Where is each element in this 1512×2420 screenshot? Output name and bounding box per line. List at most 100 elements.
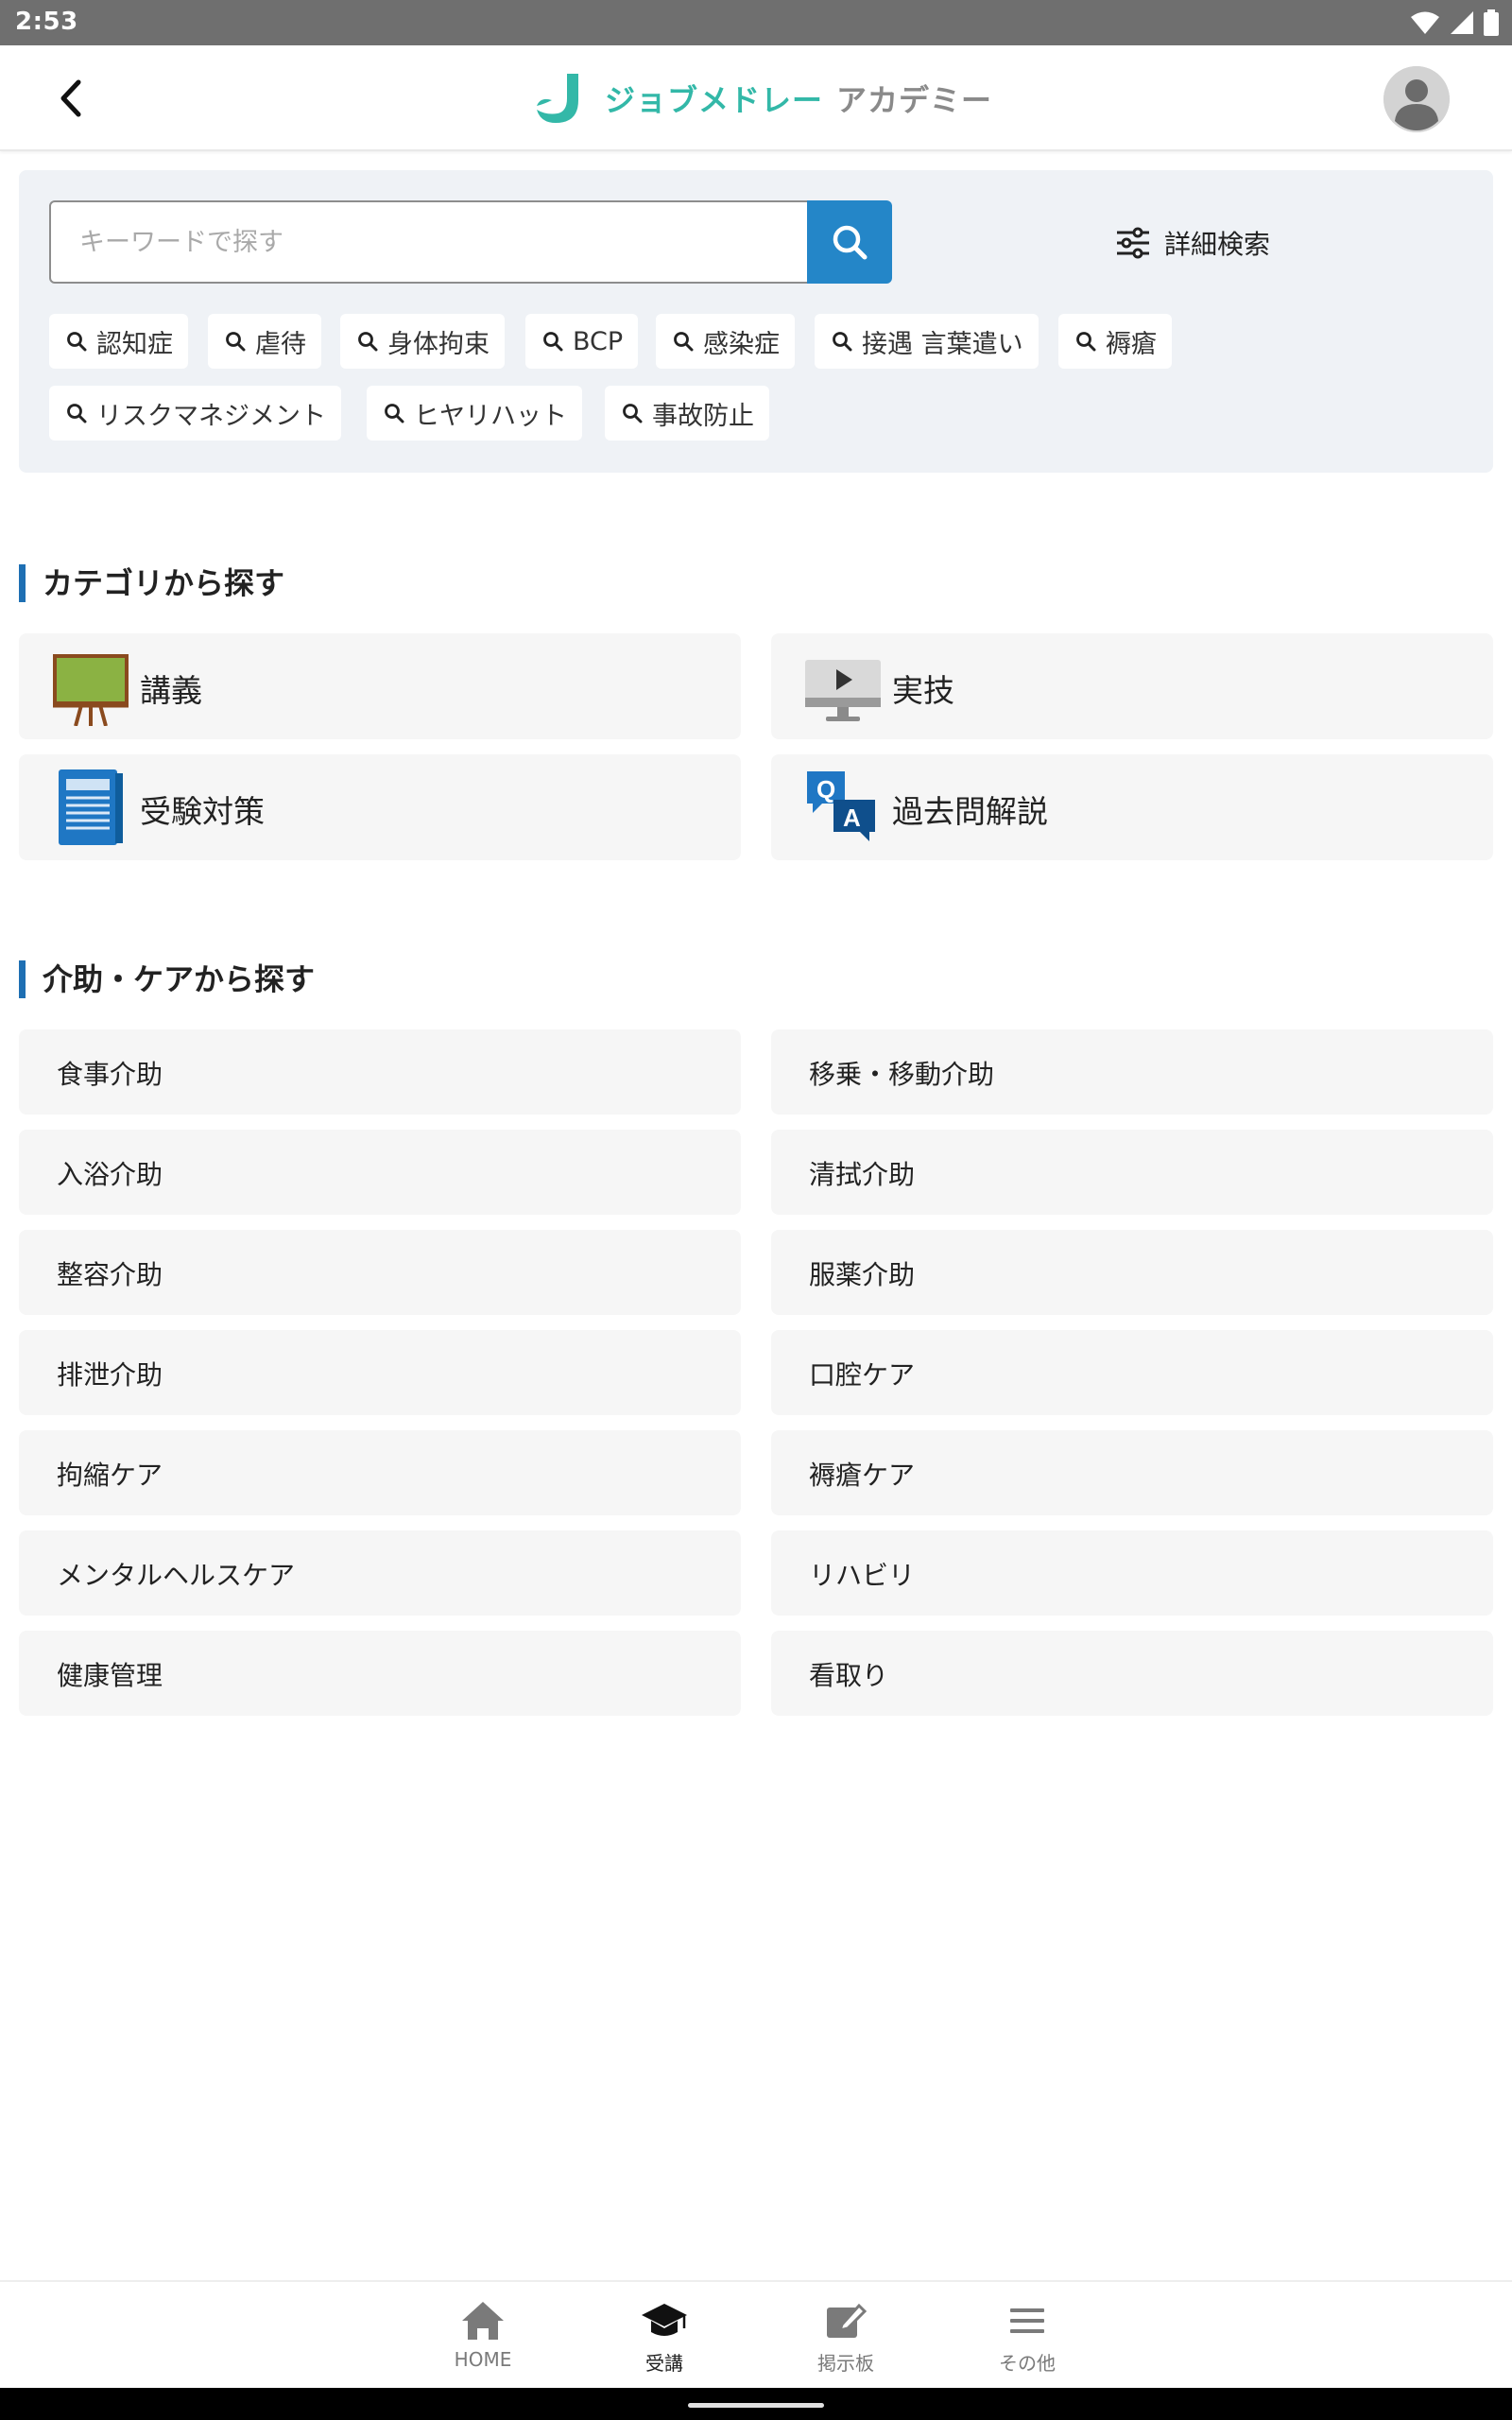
user-avatar[interactable] [1383,66,1450,132]
tag-label: ヒヤリハット [414,401,567,431]
care-item[interactable]: 健康管理 [19,1631,741,1716]
search-icon [833,332,852,352]
care-item-label: 服薬介助 [809,1259,916,1290]
search-icon [358,332,378,352]
gesture-handle[interactable] [688,2403,824,2408]
tag-label: リスクマネジメント [96,401,326,431]
detail-search-label: 詳細検索 [1164,229,1271,260]
nav-home[interactable]: HOME [421,2282,544,2390]
care-item-label: 食事介助 [57,1059,163,1090]
category-section-title: カテゴリから探す [19,564,284,602]
search-icon [543,332,563,352]
svg-text:Q: Q [816,775,835,804]
care-item[interactable]: 褥瘡ケア [771,1430,1493,1515]
care-item[interactable]: 入浴介助 [19,1130,741,1215]
category-label: 実技 [892,672,954,709]
search-button[interactable] [807,200,892,284]
sliders-icon [1117,227,1149,259]
care-item-label: 整容介助 [57,1259,163,1290]
nav-other[interactable]: その他 [966,2282,1089,2390]
user-icon [1383,66,1450,132]
search-box[interactable] [49,200,809,284]
care-item[interactable]: 食事介助 [19,1029,741,1115]
care-item-label: 褥瘡ケア [809,1460,916,1491]
nav-board[interactable]: 掲示板 [784,2282,907,2390]
care-item-label: 拘縮ケア [57,1460,163,1491]
status-time: 2:53 [15,8,78,36]
tag-button[interactable]: BCP [525,314,639,369]
detail-search-button[interactable]: 詳細検索 [1115,219,1270,267]
care-item[interactable]: 服薬介助 [771,1230,1493,1315]
tag-label: 虐待 [255,329,306,359]
care-item[interactable]: 清拭介助 [771,1130,1493,1215]
tag-button[interactable]: 接遇 言葉遣い [815,314,1039,369]
chevron-left-icon [60,79,81,117]
care-item[interactable]: 整容介助 [19,1230,741,1315]
nav-courses[interactable]: 受講 [603,2282,726,2390]
category-lecture[interactable]: 講義 [19,633,741,739]
care-item-label: 看取り [809,1660,889,1691]
wifi-icon [1411,11,1439,34]
edit-board-icon [827,2303,868,2338]
back-button[interactable] [45,74,94,123]
tag-label: 感染症 [703,329,780,359]
tag-label: 身体拘束 [387,329,490,359]
care-item-label: 入浴介助 [57,1159,163,1190]
signal-icon [1451,11,1473,34]
care-item[interactable]: メンタルヘルスケア [19,1530,741,1616]
graduation-cap-icon [642,2304,687,2336]
search-icon [833,225,868,260]
logo-mark-icon [537,74,578,123]
tag-button[interactable]: ヒヤリハット [367,386,582,441]
menu-icon [1010,2308,1044,2333]
care-item[interactable]: 移乗・移動介助 [771,1029,1493,1115]
app-logo[interactable]: ジョブメドレー アカデミー [535,72,992,125]
logo-text: ジョブメドレー [605,82,824,118]
care-item[interactable]: リハビリ [771,1530,1493,1616]
nav-label: 受講 [645,2352,683,2375]
nav-label: HOME [454,2348,512,2371]
search-panel: 詳細検索 認知症 虐待 身体拘束 BCP 感染症 接遇 言葉遣い 褥瘡 リスクマ… [19,170,1493,473]
search-icon [1076,332,1096,352]
status-bar: 2:53 [0,0,1512,45]
gesture-bar [0,2388,1512,2420]
care-item-label: 口腔ケア [809,1359,916,1391]
care-item-label: 健康管理 [57,1660,163,1691]
tag-label: 認知症 [96,329,173,359]
tag-label: BCP [573,326,624,356]
care-item[interactable]: 看取り [771,1631,1493,1716]
tag-button[interactable]: 事故防止 [605,386,769,441]
care-item[interactable]: 拘縮ケア [19,1430,741,1515]
home-icon [462,2302,504,2340]
care-section-title: 介助・ケアから探す [19,960,315,998]
search-input[interactable] [79,223,779,261]
notebook-icon [59,769,123,845]
status-icons [1410,9,1499,37]
care-item-label: メンタルヘルスケア [57,1560,296,1591]
category-label: 講義 [140,672,202,709]
nav-label: その他 [999,2352,1056,2375]
monitor-play-icon [805,660,881,721]
tag-label: 接遇 言葉遣い [862,329,1023,359]
tag-button[interactable]: 身体拘束 [340,314,505,369]
search-icon [226,332,246,352]
category-label: 受験対策 [140,793,265,830]
care-item[interactable]: 排泄介助 [19,1330,741,1415]
search-icon [623,404,643,424]
tag-button[interactable]: 認知症 [49,314,188,369]
category-practice[interactable]: 実技 [771,633,1493,739]
tag-button[interactable]: 感染症 [656,314,795,369]
search-icon [67,404,87,424]
care-item[interactable]: 口腔ケア [771,1330,1493,1415]
tag-button[interactable]: 虐待 [208,314,321,369]
care-item-label: 移乗・移動介助 [809,1059,995,1090]
category-label: 過去問解説 [892,793,1048,830]
tag-button[interactable]: 褥瘡 [1058,314,1172,369]
tag-label: 事故防止 [652,401,754,431]
battery-icon [1484,9,1499,36]
category-past-questions[interactable]: Q A 過去問解説 [771,754,1493,860]
tag-button[interactable]: リスクマネジメント [49,386,341,441]
nav-label: 掲示板 [817,2352,874,2375]
tag-label: 褥瘡 [1106,329,1157,359]
category-exam-prep[interactable]: 受験対策 [19,754,741,860]
